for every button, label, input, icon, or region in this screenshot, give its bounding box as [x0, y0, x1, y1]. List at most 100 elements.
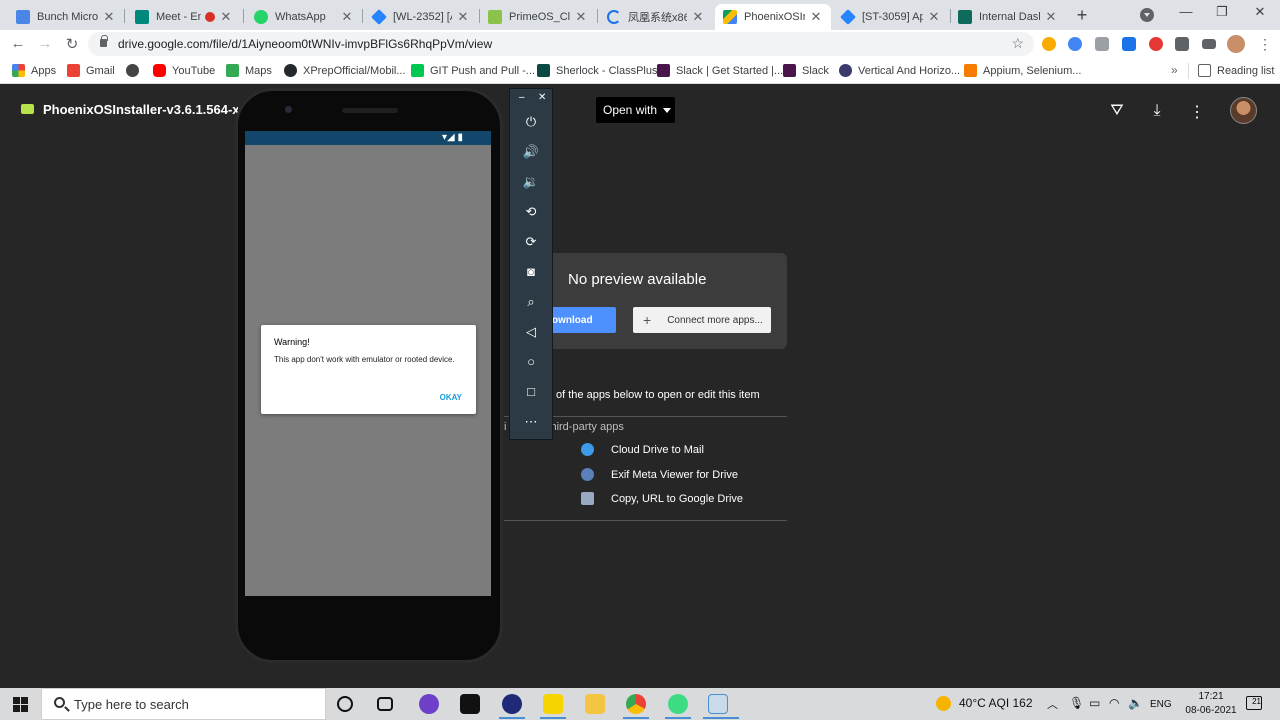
close-icon[interactable]: ✕	[102, 9, 116, 25]
close-icon[interactable]: ✕	[219, 9, 233, 25]
back-arrow-icon[interactable]: ←	[9, 35, 27, 52]
rotate-right-icon[interactable]: ⟳	[521, 232, 541, 252]
bookmark-apps[interactable]: Apps	[12, 64, 56, 77]
camera-extension-icon[interactable]	[1095, 37, 1109, 51]
tab-wl-2352[interactable]: [WL-2352] [An ✕	[364, 4, 478, 30]
overview-icon[interactable]: □	[521, 382, 541, 402]
more-options-icon[interactable]: ⋮	[1187, 102, 1207, 122]
emulator-app-icon[interactable]	[708, 694, 728, 714]
task-view-icon[interactable]	[377, 697, 393, 711]
bookmark-git-push[interactable]: GIT Push and Pull -...	[411, 64, 535, 77]
battery-icon[interactable]: ▭	[1089, 696, 1100, 710]
terminal-app-icon[interactable]	[502, 694, 522, 714]
bookmark-star-icon[interactable]: ☆	[1011, 35, 1024, 52]
front-camera	[285, 106, 292, 113]
okay-button[interactable]: OKAY	[440, 393, 462, 402]
extension-icon[interactable]	[1042, 37, 1056, 51]
close-icon[interactable]: ✕	[691, 9, 705, 25]
windows-start-icon[interactable]	[13, 697, 28, 712]
profile-avatar[interactable]	[1227, 35, 1245, 53]
language-indicator[interactable]: ENG	[1150, 699, 1172, 710]
zoom-icon[interactable]: ⌕	[521, 292, 541, 312]
tab-primeos[interactable]: PrimeOS_Clas ✕	[480, 4, 596, 30]
minimize-icon[interactable]: –	[519, 92, 525, 103]
tab-bunch-microte[interactable]: Bunch Microte ✕	[8, 4, 124, 30]
close-icon[interactable]: ✕	[927, 9, 941, 25]
tab-phoenixos-installer[interactable]: PhoenixOSInst ✕	[715, 4, 831, 30]
close-icon[interactable]: ✕	[538, 92, 546, 103]
close-icon[interactable]: ✕	[456, 9, 470, 25]
new-tab-button[interactable]: +	[1073, 5, 1091, 26]
reading-list-button[interactable]: Reading list	[1198, 64, 1274, 77]
taskbar-search[interactable]: Type here to search	[41, 688, 326, 720]
download-icon[interactable]: ⤓	[1147, 102, 1167, 120]
download-button[interactable]: ownload	[548, 307, 616, 333]
notifications-icon[interactable]: 21	[1246, 696, 1262, 710]
tab-separator	[124, 9, 125, 23]
more-icon[interactable]: ⋯	[521, 412, 541, 432]
bookmark-maps[interactable]: Maps	[226, 64, 272, 77]
bookmark-sherlock[interactable]: Sherlock - ClassPlus	[537, 64, 657, 77]
close-icon[interactable]: ✕	[574, 9, 588, 25]
app-item-copy-url[interactable]: Copy, URL to Google Drive	[581, 492, 743, 505]
bookmark-youtube[interactable]: YouTube	[153, 64, 215, 77]
github-desktop-icon[interactable]	[419, 694, 439, 714]
forward-arrow-icon[interactable]: →	[36, 35, 54, 52]
tab-internal-dashboard[interactable]: Internal Dashb ✕	[950, 4, 1066, 30]
bookmark-appium[interactable]: Appium, Selenium...	[964, 64, 1081, 77]
address-bar[interactable]: drive.google.com/file/d/1Aiyneoom0tWNIv-…	[88, 32, 1034, 56]
file-explorer-icon[interactable]	[585, 694, 605, 714]
weather-text[interactable]: 40°C AQI 162	[959, 696, 1033, 710]
reading-mode-icon[interactable]	[1202, 39, 1216, 49]
bookmark-slack[interactable]: Slack	[783, 64, 829, 77]
connect-more-apps-button[interactable]: + Connect more apps...	[633, 307, 771, 333]
home-icon[interactable]: ○	[521, 352, 541, 372]
extension-icon[interactable]	[1122, 37, 1136, 51]
bookmark-xprep[interactable]: XPrepOfficial/Mobil...	[284, 64, 406, 77]
open-with-button[interactable]: Open with	[596, 97, 675, 123]
intellij-icon[interactable]	[460, 694, 480, 714]
window-close-button[interactable]: ✕	[1240, 4, 1280, 20]
tab-whatsapp[interactable]: WhatsApp ✕	[246, 4, 362, 30]
cortana-icon[interactable]	[337, 696, 353, 712]
tab-meet[interactable]: Meet - En ✕	[127, 4, 241, 30]
back-icon[interactable]: ◁	[521, 322, 541, 342]
system-clock[interactable]: 17:21 08-06-2021	[1182, 690, 1240, 718]
app-item-cloud-drive-to-mail[interactable]: Cloud Drive to Mail	[581, 443, 704, 456]
app-item-exif-meta-viewer[interactable]: Exif Meta Viewer for Drive	[581, 468, 738, 481]
connect-label: Connect more apps...	[667, 314, 763, 326]
wifi-icon[interactable]: ◠	[1109, 696, 1119, 710]
extension-icon[interactable]	[1068, 37, 1082, 51]
close-icon[interactable]: ✕	[809, 9, 823, 25]
chrome-menu-icon[interactable]: ⋮	[1258, 36, 1272, 53]
reload-icon[interactable]: ↻	[63, 35, 81, 53]
more-bookmarks-icon[interactable]: »	[1171, 63, 1178, 77]
puzzle-icon[interactable]	[1175, 37, 1189, 51]
camera-icon[interactable]: ◙	[521, 262, 541, 282]
close-icon[interactable]: ✕	[1044, 9, 1058, 25]
bookmark-vertical-horizontal[interactable]: Vertical And Horizo...	[839, 64, 960, 77]
tab-search-icon[interactable]	[1140, 8, 1154, 22]
bookmark-globe[interactable]	[126, 64, 145, 77]
minimize-button[interactable]: —	[1166, 4, 1206, 19]
volume-icon[interactable]: 🔈	[1128, 696, 1143, 710]
extension-icon[interactable]	[1149, 37, 1163, 51]
add-to-drive-icon[interactable]: ⛛	[1107, 102, 1127, 120]
chrome-icon[interactable]	[626, 694, 646, 714]
url-text[interactable]: drive.google.com/file/d/1Aiyneoom0tWNIv-…	[118, 37, 492, 51]
power-icon[interactable]: ⏻	[521, 112, 541, 132]
restore-button[interactable]: ❐	[1202, 4, 1242, 20]
bookmark-gmail[interactable]: Gmail	[67, 64, 115, 77]
microphone-icon[interactable]: 🎙	[1069, 696, 1084, 710]
tab-st-3059[interactable]: [ST-3059] App ✕	[833, 4, 949, 30]
close-icon[interactable]: ✕	[340, 9, 354, 25]
android-studio-icon[interactable]	[668, 694, 688, 714]
avatar[interactable]	[1230, 97, 1257, 124]
volume-up-icon[interactable]: 🔊	[521, 142, 541, 162]
tab-phoenix-cn[interactable]: 凤凰系统x86版 ✕	[599, 4, 713, 30]
chevron-up-icon[interactable]: ︿	[1047, 696, 1058, 712]
bookmark-slack-get-started[interactable]: Slack | Get Started |...	[657, 64, 783, 77]
volume-down-icon[interactable]: 🔉	[521, 172, 541, 192]
rotate-left-icon[interactable]: ⟲	[521, 202, 541, 222]
app-icon[interactable]	[543, 694, 563, 714]
